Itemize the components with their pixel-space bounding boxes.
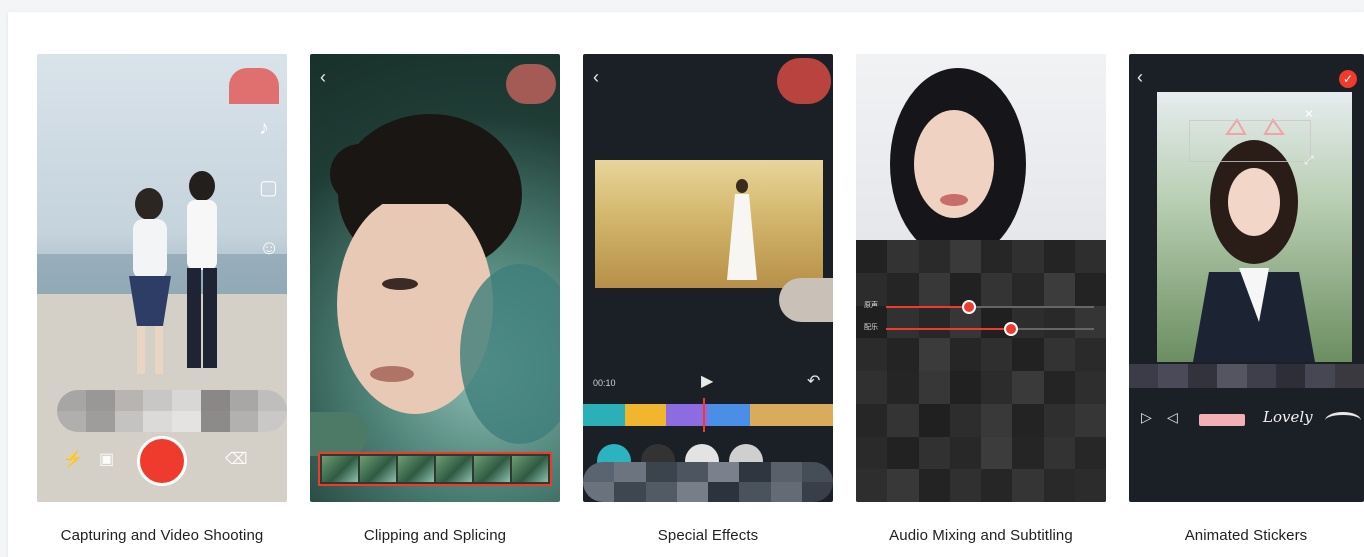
back-icon[interactable]: ‹ — [593, 68, 599, 86]
feature-showcase: ♪ ▢ ☺ ⚡ ▣ ⌫ Capturing and Video Shooting… — [8, 12, 1364, 557]
undo-icon[interactable]: ↶ — [807, 374, 820, 390]
effects-privacy-mosaic-bottom — [583, 462, 833, 502]
sticker-brush-stroke[interactable] — [1325, 412, 1361, 429]
back-icon[interactable]: ‹ — [320, 68, 326, 86]
audio-slider-label-original: 原声 — [864, 302, 878, 309]
caption-capturing: Capturing and Video Shooting — [60, 527, 264, 544]
capture-scene-illustration — [37, 171, 287, 502]
playback-time: 00:10 — [593, 378, 616, 388]
clip-thumbnail[interactable] — [360, 456, 396, 482]
delete-segment-icon[interactable]: ⌫ — [225, 452, 248, 468]
music-note-icon[interactable]: ♪ — [259, 118, 269, 138]
play-icon[interactable]: ▶ — [701, 374, 713, 390]
music-fill — [886, 328, 1010, 330]
sticker-selection-box[interactable] — [1189, 120, 1311, 162]
audio-privacy-mosaic — [856, 240, 1106, 502]
caption-clipping: Clipping and Splicing — [363, 527, 507, 544]
sticker-arrow-left-icon[interactable]: ◁ — [1167, 410, 1178, 424]
audio-preview-card: 原声 配乐 — [856, 54, 1106, 502]
stickers-preview-card: ‹ ✓ ✕ ⤢ ▷ ◁ Lovely — [1129, 54, 1364, 502]
caption-effects: Special Effects — [657, 527, 759, 544]
sticker-delete-icon[interactable]: ✕ — [1304, 108, 1314, 120]
capture-privacy-mosaic — [57, 390, 287, 432]
smiley-icon[interactable]: ☺ — [259, 238, 279, 258]
album-icon[interactable]: ▣ — [99, 452, 114, 468]
timeline-segment[interactable] — [583, 404, 625, 426]
clipping-preview-card: ‹ — [310, 54, 560, 502]
clip-thumbnail[interactable] — [436, 456, 472, 482]
timeline-segment[interactable] — [749, 404, 833, 426]
original-audio-knob[interactable] — [962, 300, 976, 314]
clip-thumbnail[interactable] — [322, 456, 358, 482]
clip-thumbnail[interactable] — [512, 456, 548, 482]
music-knob[interactable] — [1004, 322, 1018, 336]
audio-scene-illustration — [890, 68, 1026, 254]
confirm-icon[interactable]: ✓ — [1339, 70, 1357, 88]
beauty-filter-icon[interactable]: ▢ — [259, 178, 278, 198]
sticker-ribbon[interactable] — [1199, 414, 1245, 426]
audio-slider-label-music: 配乐 — [864, 324, 878, 331]
stickers-privacy-mosaic — [1129, 364, 1364, 388]
caption-stickers: Animated Stickers — [1184, 527, 1308, 544]
back-icon[interactable]: ‹ — [1137, 68, 1143, 86]
effects-privacy-mosaic-top — [777, 58, 831, 104]
flash-icon[interactable]: ⚡ — [63, 452, 83, 468]
timeline-segment[interactable] — [624, 404, 667, 426]
sticker-resize-icon[interactable]: ⤢ — [1304, 154, 1314, 166]
clip-timeline-strip[interactable] — [318, 452, 552, 486]
capture-privacy-mosaic-top — [229, 68, 279, 104]
timeline-playhead[interactable] — [703, 398, 705, 432]
caption-audio: Audio Mixing and Subtitling — [889, 527, 1073, 544]
timeline-segment[interactable] — [666, 404, 709, 426]
effects-timeline[interactable] — [583, 404, 833, 426]
clip-thumbnail[interactable] — [398, 456, 434, 482]
record-button[interactable] — [137, 436, 187, 486]
effects-video-preview — [595, 160, 823, 288]
effects-privacy-mosaic-right — [779, 278, 833, 322]
clip-thumbnail[interactable] — [474, 456, 510, 482]
capture-preview-card: ♪ ▢ ☺ ⚡ ▣ ⌫ — [37, 54, 287, 502]
sticker-arrow-right-icon[interactable]: ▷ — [1141, 410, 1152, 424]
clipping-privacy-mosaic-side — [310, 412, 368, 456]
effects-preview-card: ‹ 00:10 ▶ ↶ — [583, 54, 833, 502]
sticker-lovely-text[interactable]: Lovely — [1263, 408, 1313, 426]
timeline-segment[interactable] — [708, 404, 750, 426]
clipping-privacy-mosaic-top — [506, 64, 556, 104]
original-audio-fill — [886, 306, 968, 308]
effects-scene-illustration — [727, 179, 757, 280]
